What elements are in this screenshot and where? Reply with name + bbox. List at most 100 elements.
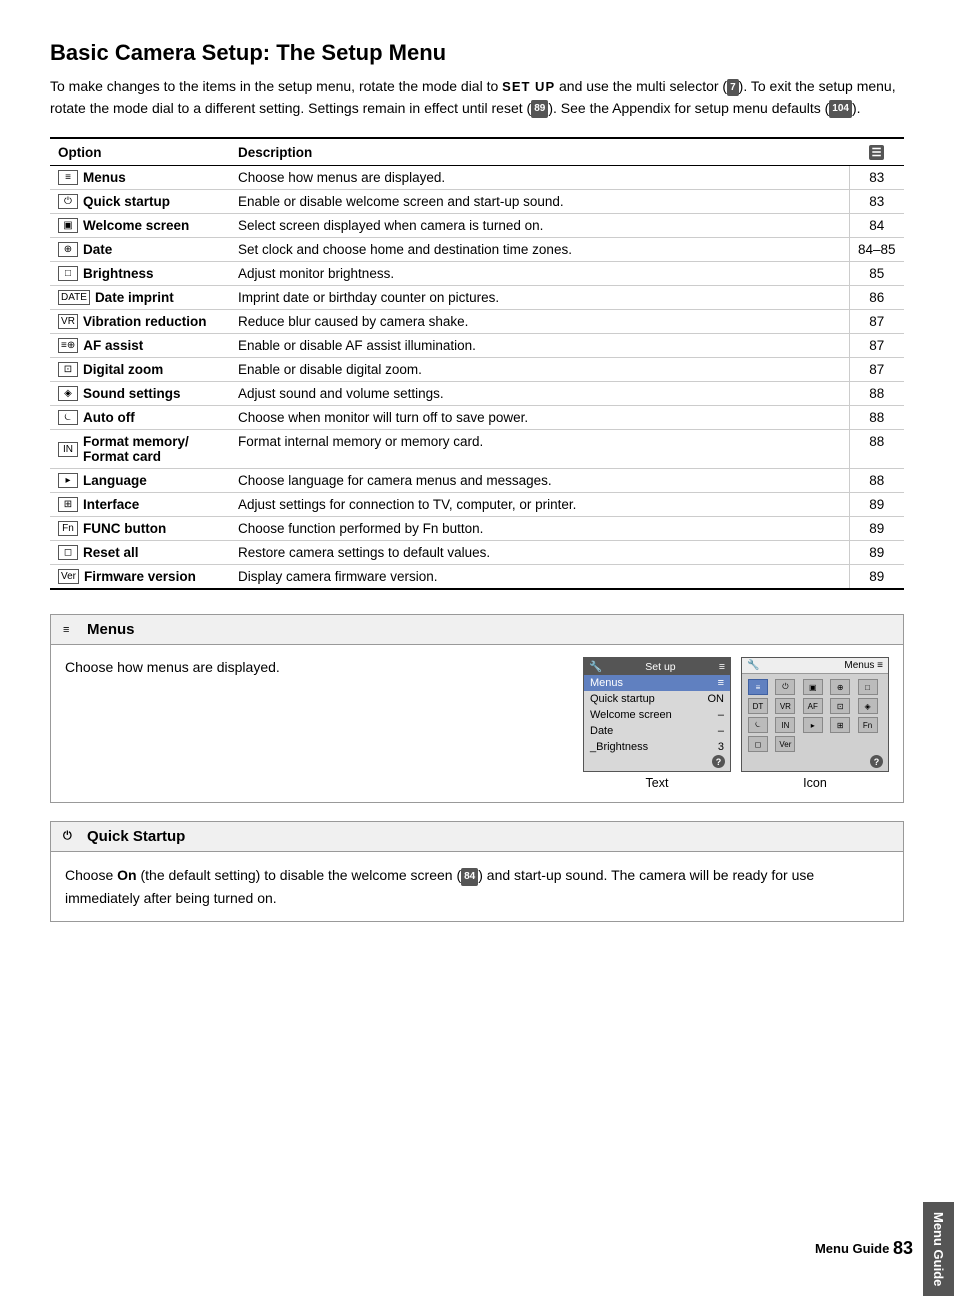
option-label-0: Menus: [83, 170, 126, 185]
desc-cell-10: Choose when monitor will turn off to sav…: [230, 406, 849, 430]
pg-cell-12: 88: [849, 469, 904, 493]
cam-row-menus-label: Menus: [590, 677, 623, 689]
qs-ref: 84: [461, 868, 478, 886]
option-icon-1: ⏻: [58, 194, 78, 209]
grid-cell-14: ⊞: [830, 717, 850, 733]
cam-row-date-label: Date: [590, 725, 613, 737]
page-footer: Menu Guide 83 Menu Guide: [805, 1202, 954, 1296]
option-cell-15: ◻ Reset all: [50, 541, 230, 565]
option-label-15: Reset all: [83, 545, 139, 560]
grid-cell-8: AF: [803, 698, 823, 714]
cam-row-brightness-label: _Brightness: [590, 741, 648, 753]
option-icon-6: VR: [58, 314, 78, 329]
table-row: ⊡ Digital zoom Enable or disable digital z…: [50, 358, 904, 382]
pg-cell-3: 84–85: [849, 238, 904, 262]
table-header-description: Description: [230, 138, 849, 165]
cam-help-icon: ?: [712, 755, 725, 768]
qs-desc1: Choose: [65, 867, 113, 883]
desc-cell-14: Choose function performed by Fn button.: [230, 517, 849, 541]
grid-cell-12: IN: [775, 717, 795, 733]
option-cell-9: ◈Sound settings: [50, 382, 230, 406]
option-label-4: Brightness: [83, 266, 154, 281]
quick-startup-title: Quick Startup: [87, 828, 185, 845]
option-label-13: Interface: [83, 497, 139, 512]
table-row: ⊕DateSet clock and choose home and desti…: [50, 238, 904, 262]
qs-desc2: (the default setting) to disable the wel…: [141, 867, 462, 883]
option-label-2: Welcome screen: [83, 218, 189, 233]
desc-cell-9: Adjust sound and volume settings.: [230, 382, 849, 406]
pg-cell-9: 88: [849, 382, 904, 406]
cam-row-date-val: –: [718, 725, 724, 737]
text-screenshot-container: 🔧 Set up ≡ Menus ≡ Quick startup ON Welc…: [583, 657, 731, 790]
grid-cell-6: DT: [748, 698, 768, 714]
desc-cell-13: Adjust settings for connection to TV, co…: [230, 493, 849, 517]
option-cell-5: DATEDate imprint: [50, 286, 230, 310]
footer-guide-text: Menu Guide: [815, 1241, 889, 1256]
cam-row-menus-icon: ≡: [718, 677, 724, 689]
setup-bold: SET UP: [502, 79, 555, 94]
menus-section-body: Choose how menus are displayed. 🔧 Set up…: [51, 645, 903, 802]
desc-cell-4: Adjust monitor brightness.: [230, 262, 849, 286]
cam-row-quick-val: ON: [708, 693, 725, 705]
option-icon-15: ◻: [58, 545, 78, 560]
option-label-11: Format memory/ Format card: [83, 434, 222, 464]
cam-row-quick: Quick startup ON: [584, 691, 730, 707]
option-icon-8: ⊡: [58, 362, 78, 377]
pg-cell-1: 83: [849, 190, 904, 214]
menus-description: Choose how menus are displayed.: [65, 657, 563, 679]
option-icon-14: Fn: [58, 521, 78, 536]
menus-icon: ≡: [63, 624, 81, 636]
pg-cell-4: 85: [849, 262, 904, 286]
table-row: ◈Sound settingsAdjust sound and volume s…: [50, 382, 904, 406]
option-cell-11: INFormat memory/ Format card: [50, 430, 230, 469]
desc-cell-15: Restore camera settings to default value…: [230, 541, 849, 565]
cam-row-menus: Menus ≡: [584, 675, 730, 691]
option-cell-2: ▣Welcome screen: [50, 214, 230, 238]
option-label-12: Language: [83, 473, 147, 488]
desc-cell-2: Select screen displayed when camera is t…: [230, 214, 849, 238]
grid-cell-13: ▸: [803, 717, 823, 733]
icon-label: Icon: [803, 776, 827, 790]
option-label-16: Firmware version: [84, 569, 196, 584]
icon-header-arrow: 🔧: [747, 660, 759, 671]
footer-text: Menu Guide 83: [805, 1202, 923, 1296]
table-header-option: Option: [50, 138, 230, 165]
option-label-14: FUNC button: [83, 521, 166, 536]
grid-cell-11: ⏾: [748, 717, 768, 733]
page-number: 83: [893, 1238, 913, 1259]
pg-cell-7: 87: [849, 334, 904, 358]
table-row: DATEDate imprintImprint date or birthday…: [50, 286, 904, 310]
cam-header-title: Set up: [645, 661, 675, 673]
table-row: VRVibration reductionReduce blur caused …: [50, 310, 904, 334]
intro-text-5: ).: [852, 100, 861, 116]
quick-startup-header: ⏻ Quick Startup: [51, 822, 903, 852]
pg-cell-6: 87: [849, 310, 904, 334]
ref-icon-3: 104: [829, 100, 852, 118]
quick-startup-icon: ⏻: [63, 830, 81, 843]
intro-paragraph: To make changes to the items in the setu…: [50, 76, 904, 119]
option-cell-3: ⊕Date: [50, 238, 230, 262]
option-cell-12: ▸Language: [50, 469, 230, 493]
option-label-10: Auto off: [83, 410, 135, 425]
option-cell-14: Fn FUNC button: [50, 517, 230, 541]
option-label-7: AF assist: [83, 338, 143, 353]
option-label-3: Date: [83, 242, 112, 257]
quick-startup-body: Choose On (the default setting) to disab…: [51, 852, 903, 921]
table-row: INFormat memory/ Format cardFormat inter…: [50, 430, 904, 469]
pg-cell-16: 89: [849, 565, 904, 590]
desc-cell-8: Enable or disable digital zoom.: [230, 358, 849, 382]
option-cell-7: ≡⊕ AF assist: [50, 334, 230, 358]
option-icon-7: ≡⊕: [58, 338, 78, 353]
table-row: ≡MenusChoose how menus are displayed.83: [50, 166, 904, 190]
desc-cell-0: Choose how menus are displayed.: [230, 166, 849, 190]
option-cell-10: ⏾Auto off: [50, 406, 230, 430]
pg-cell-10: 88: [849, 406, 904, 430]
desc-cell-16: Display camera firmware version.: [230, 565, 849, 590]
option-label-8: Digital zoom: [83, 362, 163, 377]
option-icon-16: Ver: [58, 569, 79, 584]
option-label-5: Date imprint: [95, 290, 174, 305]
cam-row-brightness: _Brightness 3: [584, 739, 730, 755]
option-icon-13: ⊞: [58, 497, 78, 512]
table-row: ≡⊕AF assistEnable or disable AF assist i…: [50, 334, 904, 358]
option-cell-0: ≡Menus: [50, 166, 230, 190]
